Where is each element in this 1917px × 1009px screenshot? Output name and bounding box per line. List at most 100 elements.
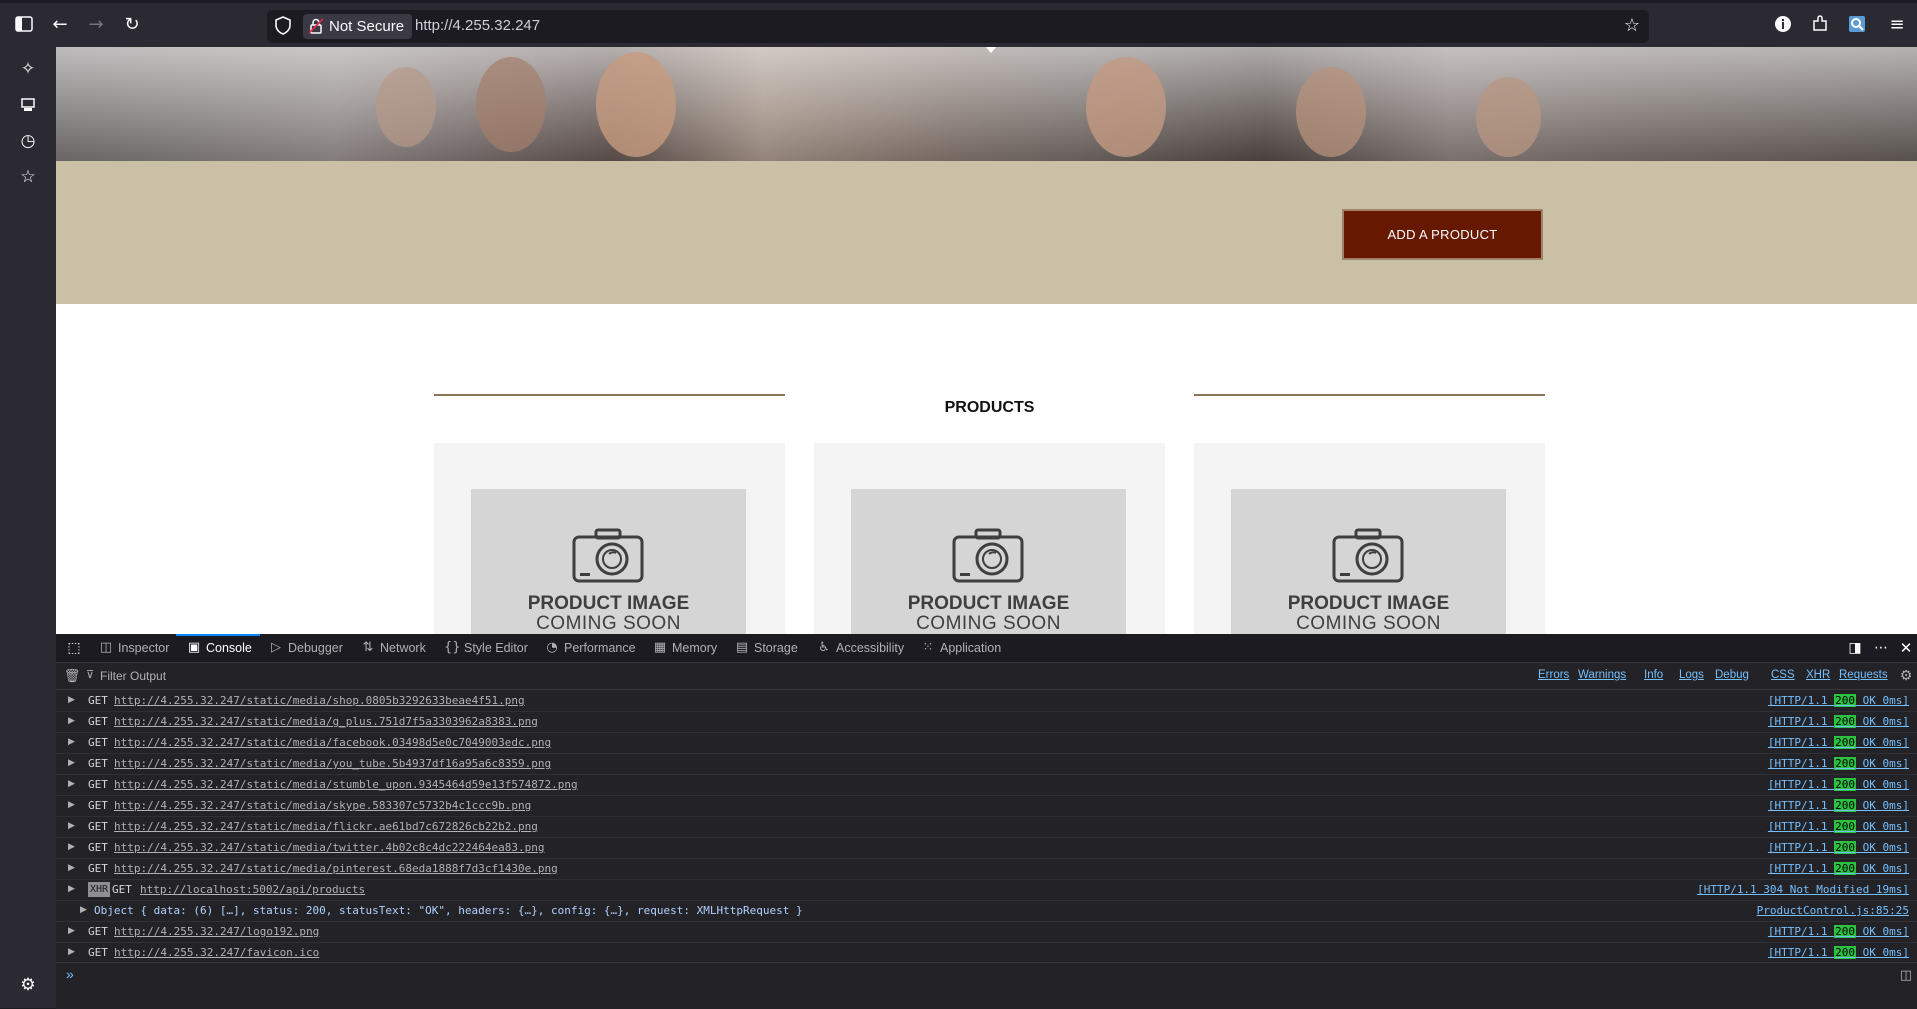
request-url[interactable]: http://4.255.32.247/static/media/shop.08…	[114, 690, 525, 711]
filter-warnings-button[interactable]: Warnings	[1578, 669, 1626, 681]
filter-errors-button[interactable]: Errors	[1538, 669, 1569, 681]
tab-accessibility[interactable]: ♿ Accessibility	[814, 634, 904, 662]
request-url[interactable]: http://4.255.32.247/static/media/g_plus.…	[114, 711, 538, 732]
network-log-row[interactable]: ▶ GET http://4.255.32.247/static/media/you…	[56, 753, 1917, 775]
expand-arrow-icon[interactable]: ▶	[80, 900, 87, 921]
product-card[interactable]: PRODUCT IMAGE COMING SOON	[1194, 443, 1545, 634]
filter-css-button[interactable]: CSS	[1771, 669, 1795, 681]
request-status[interactable]: [HTTP/1.1 200 OK 0ms]	[1768, 942, 1909, 963]
xhr-log-row[interactable]: ▶ XHR GET http://localhost:5002/api/product…	[56, 879, 1917, 901]
network-log-row[interactable]: ▶ GET http://4.255.32.247/static/media/twi…	[56, 837, 1917, 859]
request-url[interactable]: http://4.255.32.247/favicon.ico	[114, 942, 319, 963]
expand-arrow-icon[interactable]: ▶	[68, 942, 75, 963]
request-url[interactable]: http://localhost:5002/api/products	[140, 879, 365, 900]
back-icon[interactable]: ←	[48, 12, 72, 36]
tab-performance[interactable]: ◔ Performance	[542, 634, 635, 662]
tab-storage[interactable]: ▤ Storage	[732, 634, 798, 662]
element-picker-icon[interactable]: ⬚	[62, 636, 86, 660]
filter-input[interactable]: Filter Output	[100, 669, 166, 683]
tab-debugger[interactable]: ▷ Debugger	[266, 634, 343, 662]
network-log-row[interactable]: ▶ GET http://4.255.32.247/favicon.ico [HTTP…	[56, 942, 1917, 964]
request-status[interactable]: [HTTP/1.1 200 OK 0ms]	[1768, 711, 1909, 732]
filter-requests-button[interactable]: Requests	[1839, 669, 1888, 681]
expand-arrow-icon[interactable]: ▶	[68, 921, 75, 942]
request-url[interactable]: http://4.255.32.247/static/media/flickr.…	[114, 816, 538, 837]
history-icon[interactable]: ◷	[16, 129, 40, 153]
object-preview[interactable]: Object { data: (6) […], status: 200, sta…	[94, 900, 803, 921]
expand-arrow-icon[interactable]: ▶	[68, 774, 75, 795]
reload-icon[interactable]: ↻	[120, 12, 144, 36]
expand-arrow-icon[interactable]: ▶	[68, 711, 75, 732]
url-text[interactable]: http://4.255.32.247	[415, 17, 540, 34]
trash-icon[interactable]: 🗑	[60, 664, 84, 688]
security-indicator[interactable]: Not Secure	[303, 14, 413, 39]
expand-arrow-icon[interactable]: ▶	[68, 816, 75, 837]
filter-info-button[interactable]: Info	[1644, 669, 1663, 681]
request-status[interactable]: [HTTP/1.1 200 OK 0ms]	[1768, 774, 1909, 795]
request-status[interactable]: [HTTP/1.1 200 OK 0ms]	[1768, 816, 1909, 837]
tab-console[interactable]: ▣ Console	[176, 634, 260, 662]
request-status[interactable]: [HTTP/1.1 200 OK 0ms]	[1768, 837, 1909, 858]
request-status[interactable]: [HTTP/1.1 200 OK 0ms]	[1768, 732, 1909, 753]
request-url[interactable]: http://4.255.32.247/static/media/twitter…	[114, 837, 544, 858]
split-console-icon[interactable]: ◫	[1894, 963, 1917, 987]
filter-xhr-button[interactable]: XHR	[1806, 669, 1830, 681]
network-log-row[interactable]: ▶ GET http://4.255.32.247/static/media/fac…	[56, 732, 1917, 754]
product-card[interactable]: PRODUCT IMAGE COMING SOON	[814, 443, 1165, 634]
request-status[interactable]: [HTTP/1.1 200 OK 0ms]	[1768, 858, 1909, 879]
request-url[interactable]: http://4.255.32.247/static/media/faceboo…	[114, 732, 551, 753]
request-url[interactable]: http://4.255.32.247/logo192.png	[114, 921, 319, 942]
add-product-button[interactable]: ADD A PRODUCT	[1342, 209, 1543, 260]
request-status[interactable]: [HTTP/1.1 304 Not Modified 19ms]	[1697, 879, 1909, 900]
expand-arrow-icon[interactable]: ▶	[68, 879, 75, 900]
forward-icon[interactable]: →	[84, 12, 108, 36]
settings-gear-icon[interactable]: ⚙	[16, 973, 40, 997]
tab-network[interactable]: ⇅ Network	[358, 634, 426, 662]
console-input[interactable]: » ◫	[56, 962, 1917, 1009]
expand-arrow-icon[interactable]: ▶	[68, 690, 75, 711]
info-icon[interactable]	[1771, 12, 1795, 36]
request-url[interactable]: http://4.255.32.247/static/media/stumble…	[114, 774, 578, 795]
tab-inspector[interactable]: ◫ Inspector	[96, 634, 170, 662]
network-log-row[interactable]: ▶ GET http://4.255.32.247/static/media/sho…	[56, 690, 1917, 712]
bookmark-star-icon[interactable]: ☆	[1621, 15, 1643, 37]
request-url[interactable]: http://4.255.32.247/static/media/skype.5…	[114, 795, 531, 816]
ai-chatbot-icon[interactable]: ✧	[16, 57, 40, 81]
expand-arrow-icon[interactable]: ▶	[68, 837, 75, 858]
expand-arrow-icon[interactable]: ▶	[68, 753, 75, 774]
synced-tabs-icon[interactable]	[16, 93, 40, 117]
network-log-row[interactable]: ▶ GET http://4.255.32.247/static/media/pin…	[56, 858, 1917, 880]
network-log-row[interactable]: ▶ GET http://4.255.32.247/logo192.png [HTTP…	[56, 921, 1917, 943]
request-status[interactable]: [HTTP/1.1 200 OK 0ms]	[1768, 795, 1909, 816]
search-extension-icon[interactable]	[1845, 12, 1869, 36]
tab-application[interactable]: ⁙ Application	[918, 634, 1002, 662]
more-options-icon[interactable]: ⋯	[1869, 636, 1893, 660]
expand-arrow-icon[interactable]: ▶	[68, 795, 75, 816]
expand-arrow-icon[interactable]: ▶	[68, 732, 75, 753]
extensions-icon[interactable]	[1808, 12, 1832, 36]
close-devtools-icon[interactable]: ✕	[1894, 636, 1917, 660]
network-log-row[interactable]: ▶ GET http://4.255.32.247/static/media/sky…	[56, 795, 1917, 817]
tab-style-editor[interactable]: {} Style Editor	[442, 634, 528, 662]
console-settings-gear-icon[interactable]: ⚙	[1894, 664, 1917, 688]
log-source-link[interactable]: ProductControl.js:85:25	[1757, 900, 1909, 921]
sidebar-toggle-icon[interactable]	[12, 12, 36, 36]
request-status[interactable]: [HTTP/1.1 200 OK 0ms]	[1768, 690, 1909, 711]
filter-debug-button[interactable]: Debug	[1715, 669, 1749, 681]
request-status[interactable]: [HTTP/1.1 200 OK 0ms]	[1768, 753, 1909, 774]
request-url[interactable]: http://4.255.32.247/static/media/you_tub…	[114, 753, 551, 774]
tab-memory[interactable]: ▦ Memory	[650, 634, 717, 662]
expand-arrow-icon[interactable]: ▶	[68, 858, 75, 879]
dock-side-icon[interactable]: ◨	[1843, 636, 1867, 660]
shield-icon[interactable]	[275, 16, 293, 36]
filter-logs-button[interactable]: Logs	[1679, 669, 1704, 681]
network-log-row[interactable]: ▶ GET http://4.255.32.247/static/media/g_p…	[56, 711, 1917, 733]
address-bar[interactable]: Not Secure http://4.255.32.247 ☆	[267, 10, 1649, 43]
object-log-row[interactable]: ▶ Object { data: (6) […], status: 200, st…	[56, 900, 1917, 922]
product-card[interactable]: PRODUCT IMAGE COMING SOON	[434, 443, 785, 634]
request-url[interactable]: http://4.255.32.247/static/media/pintere…	[114, 858, 558, 879]
request-status[interactable]: [HTTP/1.1 200 OK 0ms]	[1768, 921, 1909, 942]
network-log-row[interactable]: ▶ GET http://4.255.32.247/static/media/fli…	[56, 816, 1917, 838]
menu-icon[interactable]: ≡	[1885, 12, 1909, 36]
bookmarks-icon[interactable]: ☆	[16, 165, 40, 189]
